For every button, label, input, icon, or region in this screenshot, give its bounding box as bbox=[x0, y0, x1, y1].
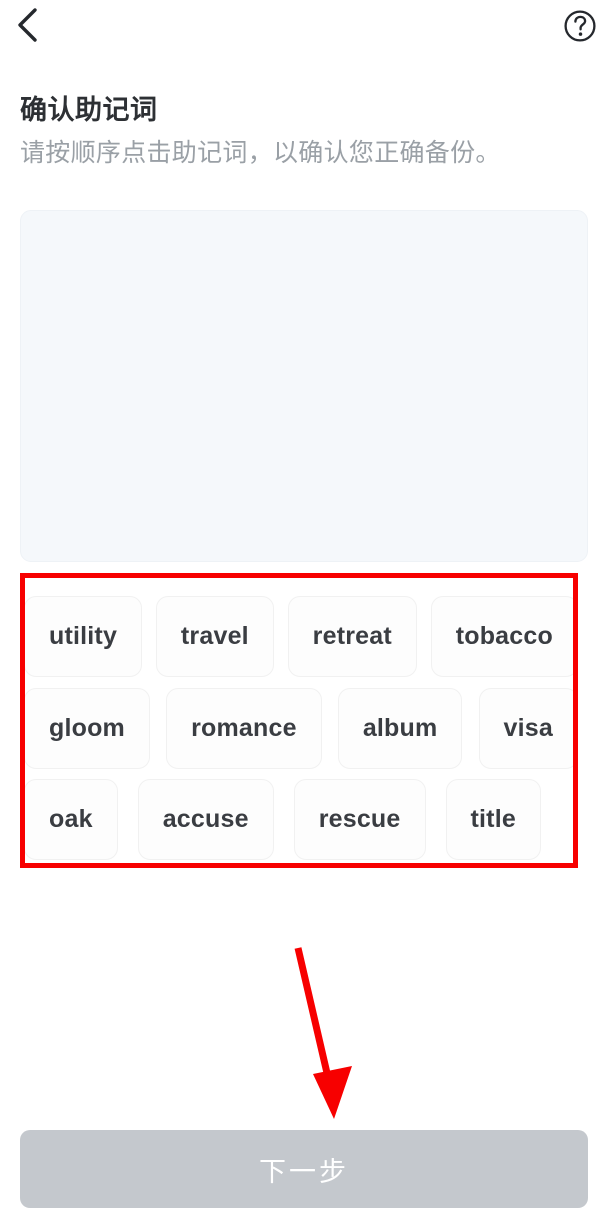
chevron-left-icon bbox=[15, 6, 39, 49]
word-chip[interactable]: rescue bbox=[293, 779, 426, 860]
word-chip[interactable]: utility bbox=[24, 596, 143, 677]
page-subtitle: 请按顺序点击助记词，以确认您正确备份。 bbox=[20, 139, 501, 167]
word-chip[interactable]: visa bbox=[478, 688, 578, 769]
word-chip[interactable]: title bbox=[445, 779, 541, 860]
word-chip[interactable]: travel bbox=[155, 596, 274, 677]
word-chip[interactable]: romance bbox=[166, 688, 322, 769]
word-bank-row: oak accuse rescue title bbox=[20, 774, 578, 865]
next-button[interactable]: 下一步 bbox=[20, 1130, 588, 1208]
back-button[interactable] bbox=[4, 2, 50, 52]
word-chip[interactable]: tobacco bbox=[430, 596, 578, 677]
question-circle-icon bbox=[563, 9, 597, 48]
selected-words-panel[interactable] bbox=[20, 210, 588, 562]
word-chip[interactable]: accuse bbox=[137, 779, 274, 860]
word-bank[interactable]: utility travel retreat tobacco gloom rom… bbox=[20, 573, 578, 868]
word-bank-row: utility travel retreat tobacco bbox=[20, 591, 578, 682]
word-bank-row: gloom romance album visa bbox=[20, 683, 578, 774]
word-chip[interactable]: retreat bbox=[287, 596, 417, 677]
word-chip[interactable]: gloom bbox=[24, 688, 150, 769]
page-title: 确认助记词 bbox=[20, 95, 158, 125]
help-button[interactable] bbox=[562, 9, 598, 48]
top-bar bbox=[0, 0, 610, 60]
word-chip[interactable]: oak bbox=[24, 779, 118, 860]
word-chip[interactable]: album bbox=[337, 688, 463, 769]
